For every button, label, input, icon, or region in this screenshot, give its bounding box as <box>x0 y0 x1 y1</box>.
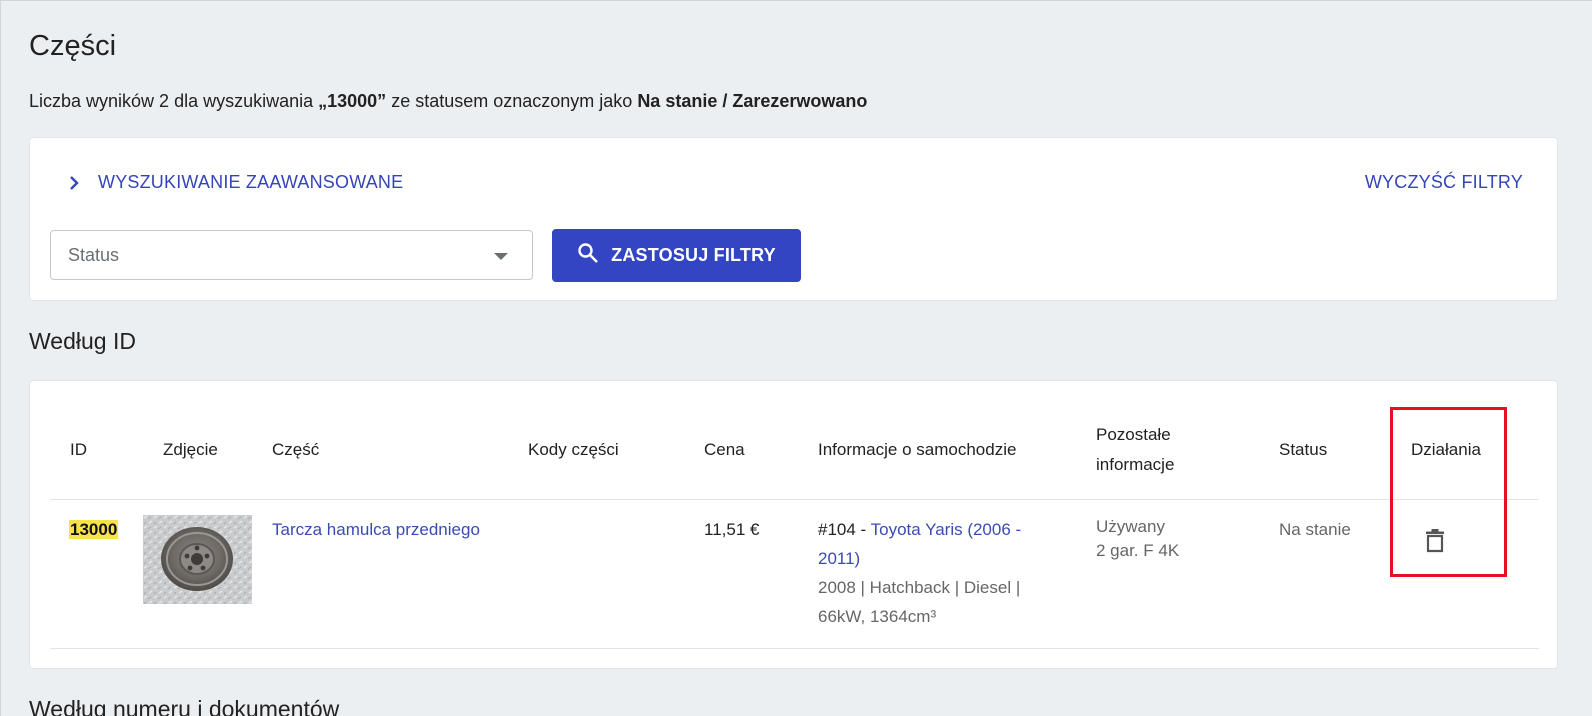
clear-filters-button[interactable]: WYCZYŚĆ FILTRY <box>1365 172 1523 193</box>
next-section-heading: Według numeru i dokumentów <box>29 696 340 716</box>
col-header-other-info: Pozostałe informacje <box>1096 420 1174 480</box>
page-title: Części <box>29 30 117 62</box>
advanced-search-label: WYSZUKIWANIE ZAAWANSOWANE <box>98 172 404 192</box>
col-header-photo: Zdjęcie <box>163 440 218 459</box>
apply-filters-label: ZASTOSUJ FILTRY <box>611 245 776 265</box>
summary-prefix: Liczba wyników 2 dla wyszukiwania <box>29 91 319 111</box>
filter-panel: WYSZUKIWANIE ZAAWANSOWANE WYCZYŚĆ FILTRY… <box>29 137 1558 301</box>
apply-filters-button[interactable]: ZASTOSUJ FILTRY <box>552 229 801 282</box>
col-header-other-info-line2: informacje <box>1096 455 1175 474</box>
car-info-line1: #104 - Toyota Yaris (2006 - <box>818 515 1048 544</box>
car-info-cell: #104 - Toyota Yaris (2006 - 2011) 2008 |… <box>818 515 1048 631</box>
col-header-car-info: Informacje o samochodzie <box>818 440 1017 459</box>
results-table: ID Zdjęcie Część Kody części Cena Inform… <box>29 380 1558 669</box>
summary-middle: ze statusem oznaczonym jako <box>386 91 638 111</box>
location-text: 2 gar. F 4K <box>1096 541 1180 560</box>
price-cell: 11,51 € <box>704 520 760 539</box>
id-badge: 13000 <box>69 520 119 539</box>
col-header-id: ID <box>70 440 87 459</box>
results-summary: Liczba wyników 2 dla wyszukiwania „13000… <box>29 91 867 112</box>
car-model-link[interactable]: Toyota Yaris (2006 - <box>871 520 1022 539</box>
car-details-line1: 2008 | Hatchback | Diesel | <box>818 578 1021 597</box>
col-header-part: Część <box>272 440 320 459</box>
status-select[interactable]: Status <box>50 230 533 280</box>
car-model-link-continued[interactable]: 2011) <box>818 544 1048 573</box>
trash-icon <box>1426 528 1444 552</box>
page-top-border <box>0 0 1592 3</box>
chevron-right-icon <box>64 173 84 193</box>
col-header-other-info-line1: Pozostałe <box>1096 425 1171 444</box>
status-cell: Na stanie <box>1279 520 1351 539</box>
col-header-price: Cena <box>704 440 745 459</box>
part-photo[interactable] <box>143 515 252 604</box>
brake-disc-image <box>143 515 252 604</box>
col-header-actions: Działania <box>1411 440 1481 459</box>
advanced-search-toggle[interactable]: WYSZUKIWANIE ZAAWANSOWANE <box>64 172 403 193</box>
delete-button[interactable] <box>1423 526 1447 554</box>
col-header-status: Status <box>1279 440 1328 459</box>
row-id: 13000 <box>69 515 119 544</box>
caret-down-icon <box>494 253 508 260</box>
summary-query: „13000” <box>318 91 387 111</box>
page-left-border <box>0 0 1 716</box>
row-divider <box>50 648 1539 649</box>
condition-text: Używany <box>1096 517 1165 536</box>
status-placeholder: Status <box>68 244 120 265</box>
col-header-part-codes: Kody części <box>528 440 619 459</box>
section-heading: Według ID <box>29 328 136 354</box>
other-info-cell: Używany 2 gar. F 4K <box>1096 515 1179 563</box>
search-icon <box>577 242 599 269</box>
car-details-line2: 66kW, 1364cm³ <box>818 607 937 626</box>
header-divider <box>50 499 1539 500</box>
car-id-prefix: #104 - <box>818 520 871 539</box>
part-name-link[interactable]: Tarcza hamulca przedniego <box>272 515 480 544</box>
summary-status: Na stanie / Zarezerwowano <box>637 91 868 111</box>
